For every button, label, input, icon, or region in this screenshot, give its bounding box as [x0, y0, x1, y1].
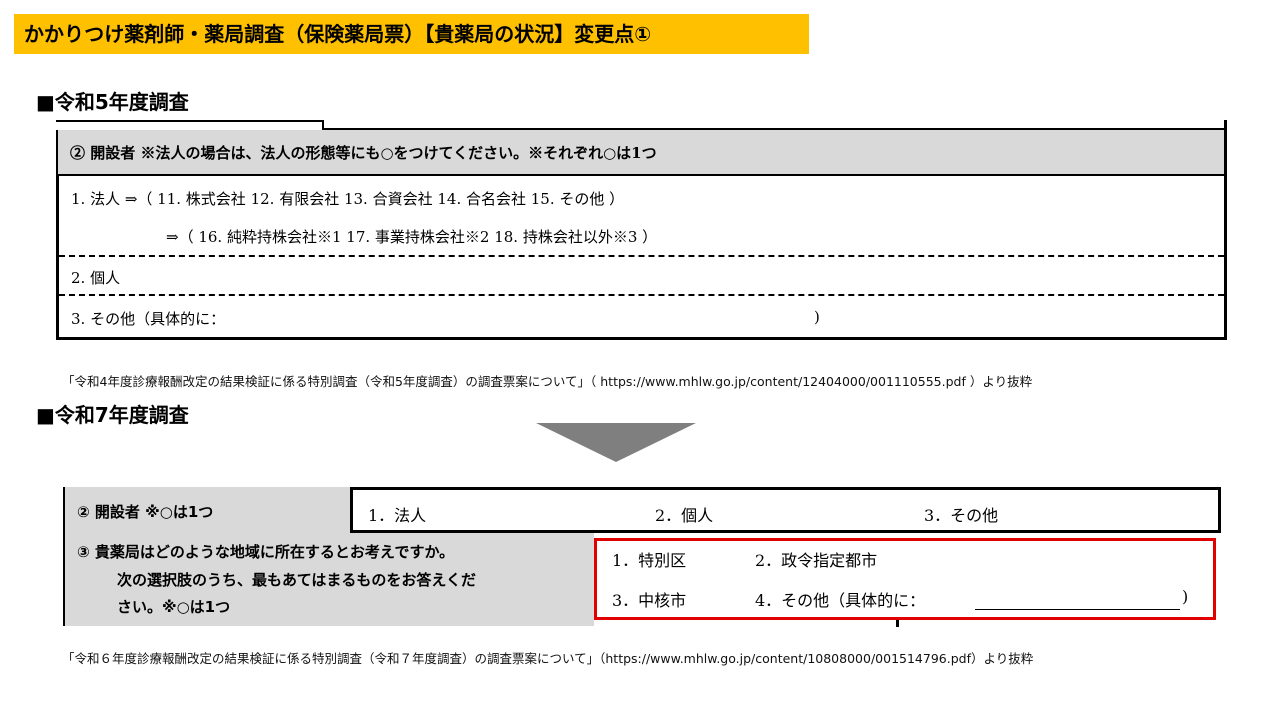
r5-source-note: 「令和4年度診療報酬改定の結果検証に係る特別調査（令和5年度調査）の調査票案につ…: [62, 374, 1033, 389]
r5-options-box: 1. 法人 ⇒（ 11. 株式会社 12. 有限会社 13. 合資会社 14. …: [56, 174, 1227, 340]
r5-option-hojin: 1. 法人 ⇒（ 11. 株式会社 12. 有限会社 13. 合資会社 14. …: [71, 190, 625, 208]
r7-q3-opt3: 3．中核市: [612, 591, 687, 610]
r5-question-text: ② 開設者 ※法人の場合は、法人の形態等にも○をつけてください。※それぞれ○は1…: [70, 144, 657, 162]
r7-q2-opt2: 2．個人: [655, 506, 714, 525]
r5-heading: ■令和5年度調査: [36, 90, 189, 114]
r7-q3-line3: さい。※○は1つ: [117, 598, 231, 616]
r7-q3-opt2: 2．政令指定都市: [755, 551, 878, 570]
r7-heading: ■令和7年度調査: [36, 403, 189, 427]
r7-q3-line1: ③ 貴薬局はどのような地域に所在するとお考えですか。: [77, 543, 455, 561]
r5-divider-2: [59, 294, 1224, 296]
r7-q3-close: ): [1182, 587, 1189, 606]
r5-option-kojin: 2. 個人: [71, 269, 121, 287]
r7-q3-opt4: 4．その他（具体的に：: [755, 591, 926, 610]
r7-q3-options-highlight: 1．特別区 2．政令指定都市 3．中核市 4．その他（具体的に： ): [594, 538, 1216, 620]
r5-top-right-edge: [1224, 120, 1227, 130]
r7-q2-band: ② 開設者 ※○は1つ: [63, 487, 350, 533]
r5-option-sonota-close: ): [814, 308, 820, 326]
r7-bottom-tick: [896, 619, 899, 627]
r7-q3-opt1: 1．特別区: [612, 551, 687, 570]
r5-top-left-border: [56, 120, 324, 122]
r7-q2-label: ② 開設者 ※○は1つ: [77, 503, 214, 521]
r7-q3-line2: 次の選択肢のうち、最もあてはまるものをお答えくだ: [117, 571, 476, 589]
r7-bottom-gap: [594, 620, 900, 626]
r7-q2-opt1: 1．法人: [368, 506, 427, 525]
down-arrow-icon: [536, 423, 696, 462]
r5-option-sonota: 3. その他（具体的に：: [71, 310, 226, 328]
r7-source-note: 「令和６年度診療報酬改定の結果検証に係る特別調査（令和７年度調査）の調査票案につ…: [62, 651, 1034, 666]
r7-q3-answer-line: [975, 609, 1180, 610]
r7-q2-options: 1．法人 2．個人 3．その他: [350, 487, 1221, 533]
r7-q3-band: ③ 貴薬局はどのような地域に所在するとお考えですか。 次の選択肢のうち、最もあて…: [63, 533, 594, 626]
r7-q2-opt3: 3．その他: [924, 506, 999, 525]
r5-divider-1: [59, 255, 1224, 257]
r5-question-band: ② 開設者 ※法人の場合は、法人の形態等にも○をつけてください。※それぞれ○は1…: [56, 130, 1227, 174]
r5-option-holding: ⇒（ 16. 純粋持株会社※1 17. 事業持株会社※2 18. 持株会社以外※…: [166, 228, 658, 246]
slide-title: かかりつけ薬剤師・薬局調査（保険薬局票）【貴薬局の状況】変更点①: [14, 14, 809, 54]
